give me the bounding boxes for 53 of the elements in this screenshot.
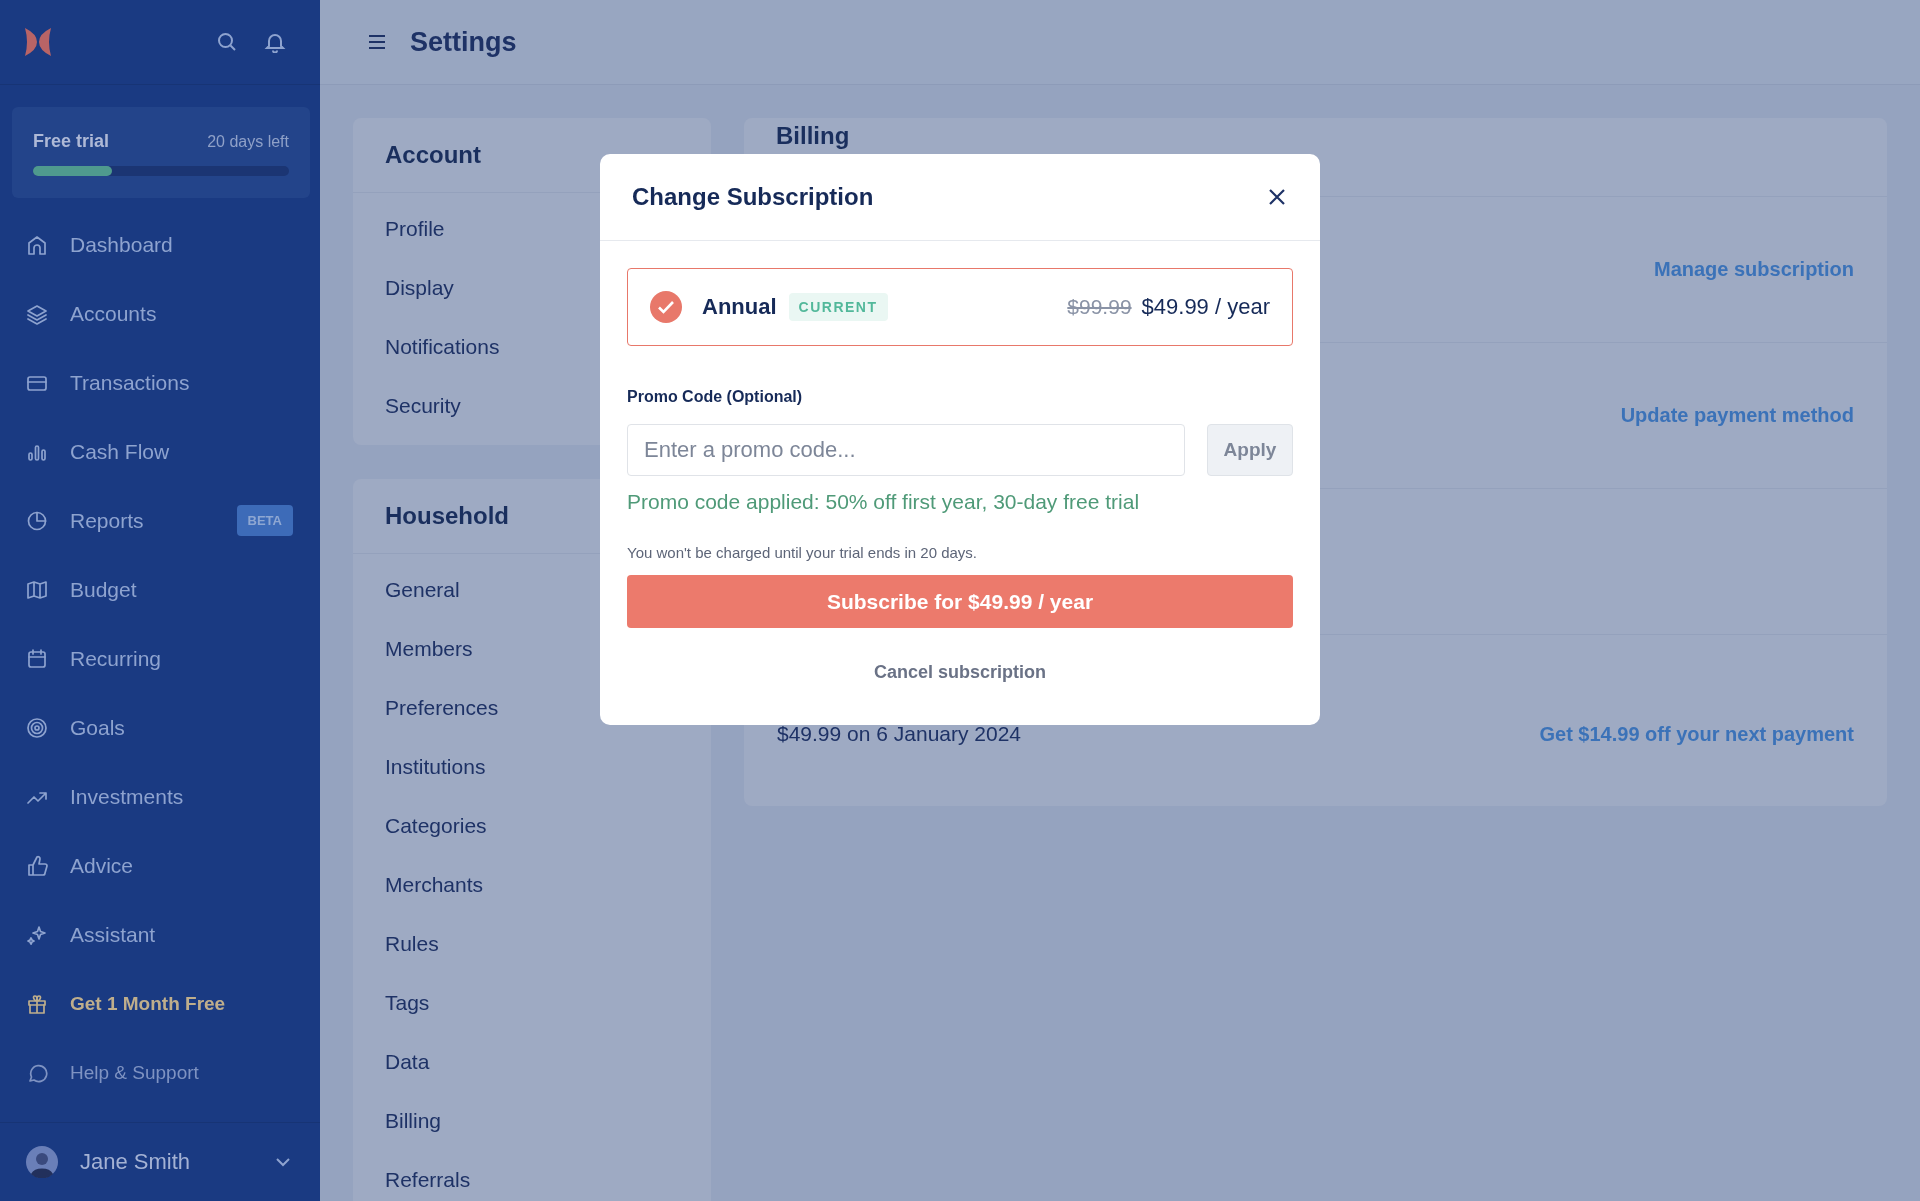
promo-field[interactable]: Enter a promo code...: [627, 424, 1185, 476]
layers-icon: [26, 302, 48, 325]
house-icon: [26, 233, 48, 256]
settings-link[interactable]: Rules: [353, 914, 711, 973]
nav-item[interactable]: Goals: [26, 693, 320, 762]
nav-item[interactable]: Reports BETA: [26, 486, 320, 555]
plan-price: $49.99 / year: [1141, 294, 1270, 320]
settings-link[interactable]: Institutions: [353, 737, 711, 796]
nav-item[interactable]: Assistant: [26, 900, 320, 969]
cancel-link[interactable]: Cancel subscription: [873, 662, 1046, 683]
gift-icon: [26, 992, 48, 1015]
trial-label: Free trial: [33, 131, 110, 152]
page-title: Settings: [410, 26, 517, 58]
apply-button[interactable]: Apply: [1207, 424, 1293, 476]
old-price: $99.99: [1067, 295, 1132, 319]
settings-link[interactable]: Referrals: [353, 1150, 711, 1201]
bell-icon[interactable]: [264, 31, 286, 53]
settings-link[interactable]: Categories: [353, 796, 711, 855]
nav-item[interactable]: Transactions: [26, 348, 320, 417]
days-left: 20 days left: [207, 133, 289, 151]
thumbs-up-icon: [26, 854, 48, 877]
nav-item[interactable]: Budget: [26, 555, 320, 624]
nav-item[interactable]: Cash Flow: [26, 417, 320, 486]
check-icon: [650, 291, 682, 323]
pie-chart-icon: [26, 509, 48, 532]
search-icon[interactable]: [216, 31, 238, 53]
menu-icon[interactable]: [368, 34, 386, 50]
subscribe-button[interactable]: Subscribe for $49.99 / year: [627, 575, 1293, 628]
map-icon: [26, 578, 48, 601]
logo-icon: [23, 26, 53, 58]
settings-link[interactable]: Data: [353, 1032, 711, 1091]
plan-name: Annual: [702, 294, 777, 320]
settings-link[interactable]: Tags: [353, 973, 711, 1032]
calendar-icon: [26, 647, 48, 670]
close-icon[interactable]: [1268, 188, 1286, 206]
nav-item[interactable]: Get 1 Month Free: [26, 969, 320, 1038]
sparkle-icon: [26, 923, 48, 946]
plan-option[interactable]: Annual CURRENT $99.99 $49.99 / year: [627, 268, 1293, 346]
nav-item[interactable]: Investments: [26, 762, 320, 831]
beta-badge: BETA: [236, 505, 293, 536]
promo-label: Promo Code (Optional): [627, 388, 804, 406]
nav-item[interactable]: Accounts: [26, 279, 320, 348]
nav-item[interactable]: Advice: [26, 831, 320, 900]
payment-info: $49.99 on 6 January 2024: [777, 722, 1022, 746]
nav-item[interactable]: Help & Support: [26, 1038, 320, 1107]
nav-item[interactable]: Recurring: [26, 624, 320, 693]
settings-link[interactable]: Merchants: [353, 855, 711, 914]
current-badge: CURRENT: [788, 293, 888, 321]
nav-item[interactable]: Dashboard: [26, 210, 320, 279]
avatar-icon: [26, 1146, 58, 1178]
user-menu[interactable]: Jane Smith: [0, 1122, 320, 1201]
target-icon: [26, 716, 48, 739]
settings-link[interactable]: Billing: [353, 1091, 711, 1150]
